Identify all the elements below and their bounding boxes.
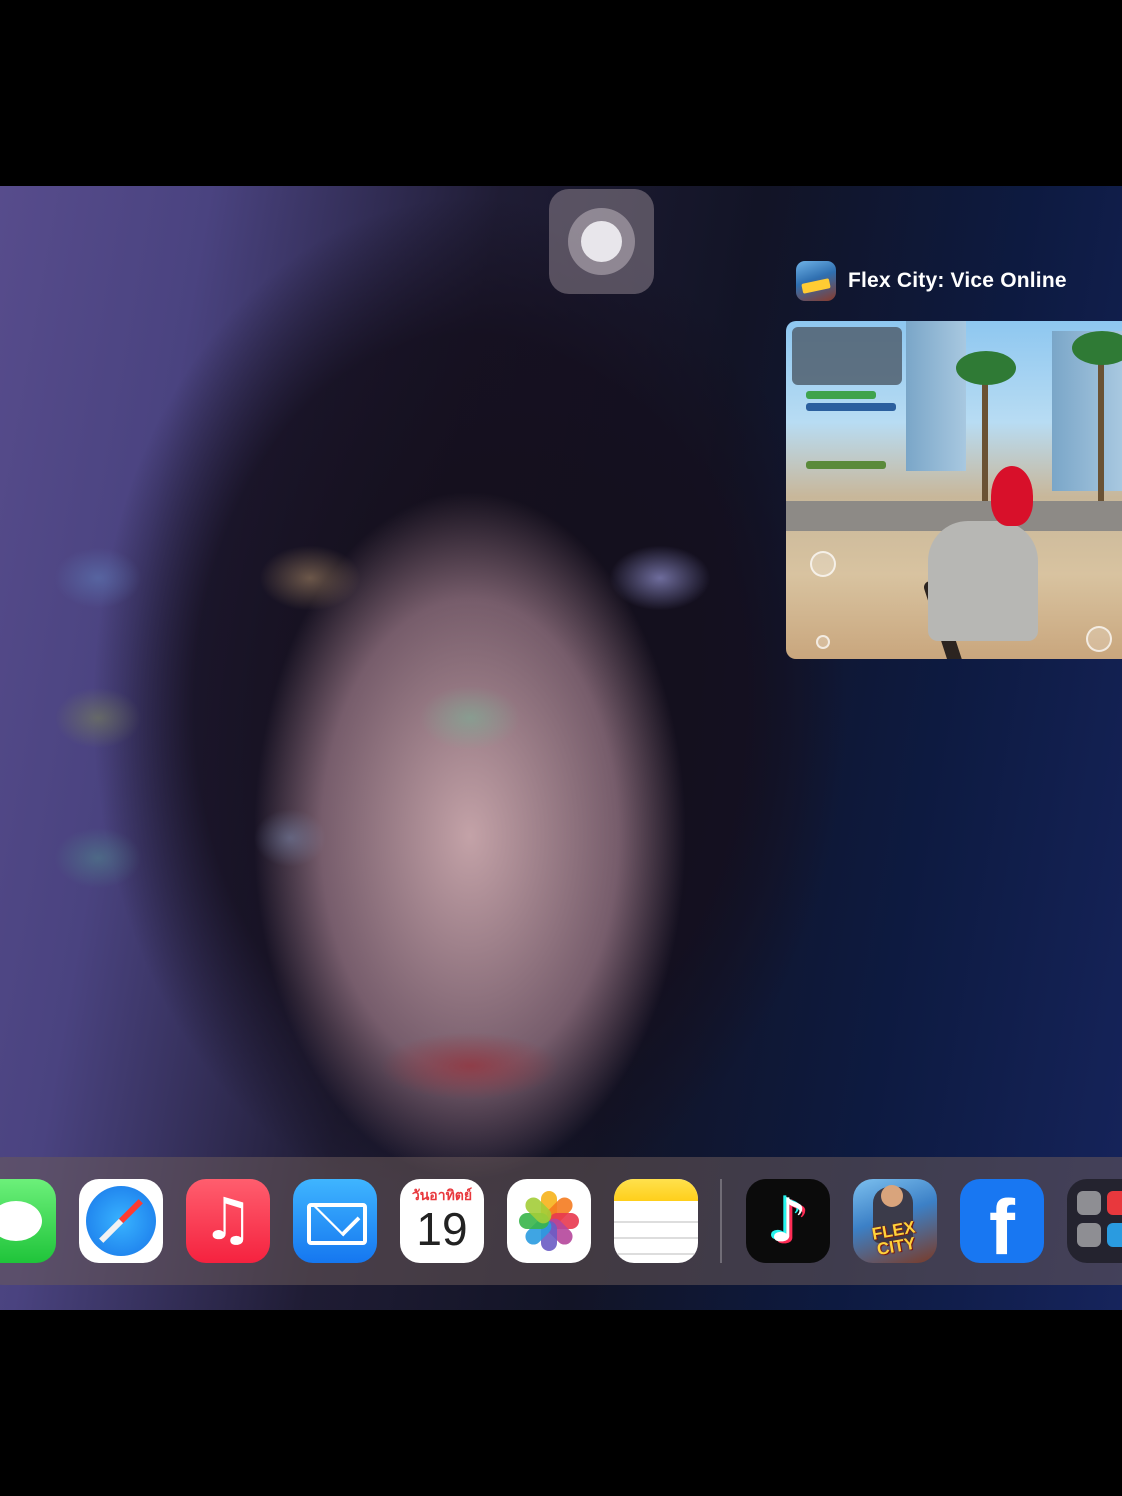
messages-icon[interactable] (0, 1179, 56, 1263)
facebook-f-glyph: f (989, 1183, 1015, 1263)
game-player-character (928, 521, 1038, 641)
notes-line (614, 1221, 698, 1223)
flex-city-logo: FLEX CITY (870, 1217, 918, 1260)
flex-city-icon[interactable]: FLEX CITY (853, 1179, 937, 1263)
game-hud-bar (806, 403, 896, 411)
facebook-icon[interactable]: f (960, 1179, 1044, 1263)
mini-app-icon (1107, 1191, 1122, 1215)
assistive-touch-button[interactable] (549, 189, 654, 294)
notes-header-band (614, 1179, 698, 1201)
speech-bubble-shape (0, 1201, 42, 1241)
notes-line (614, 1237, 698, 1239)
game-hud-bar (806, 391, 876, 399)
app-folder-icon[interactable] (1067, 1179, 1122, 1263)
game-minimap (792, 327, 902, 385)
dock-divider (720, 1179, 722, 1263)
calendar-date-number: 19 (416, 1203, 468, 1255)
notes-line (614, 1253, 698, 1255)
music-note-glyph: ♫ (202, 1185, 254, 1253)
flex-city-app-icon (796, 261, 836, 301)
photos-icon[interactable] (507, 1179, 591, 1263)
ipad-screen: Flex City: Vice Online ♫ วันอาทิตย์ 19 ♪… (0, 186, 1122, 1310)
mail-icon[interactable] (293, 1179, 377, 1263)
notes-icon[interactable] (614, 1179, 698, 1263)
palm-leaves (956, 351, 1016, 385)
palm-tree (1098, 341, 1104, 501)
tiktok-icon[interactable]: ♪ (746, 1179, 830, 1263)
game-control-button (816, 635, 830, 649)
letterbox-top (0, 0, 1122, 186)
flex-city-logo-mark (801, 278, 831, 294)
letterbox-bottom (0, 1310, 1122, 1496)
app-snapshot-thumbnail[interactable] (786, 321, 1122, 659)
settings-mini-icon (1077, 1223, 1101, 1247)
game-hud-bar (806, 461, 886, 469)
calendar-icon[interactable]: วันอาทิตย์ 19 (400, 1179, 484, 1263)
safari-icon[interactable] (79, 1179, 163, 1263)
game-player-mask (991, 466, 1033, 526)
assistive-touch-icon (581, 221, 622, 262)
flex-city-character-head (881, 1185, 903, 1207)
mini-app-icon (1107, 1223, 1122, 1247)
game-control-button (1086, 626, 1112, 652)
game-building (906, 321, 966, 471)
app-switcher-title: Flex City: Vice Online (848, 269, 1067, 292)
music-icon[interactable]: ♫ (186, 1179, 270, 1263)
game-control-button (810, 551, 836, 577)
tiktok-note-glyph: ♪ (768, 1186, 808, 1256)
camera-mini-icon (1077, 1191, 1101, 1215)
app-switcher-header: Flex City: Vice Online (796, 256, 1122, 306)
app-switcher-card[interactable]: Flex City: Vice Online (786, 256, 1122, 659)
